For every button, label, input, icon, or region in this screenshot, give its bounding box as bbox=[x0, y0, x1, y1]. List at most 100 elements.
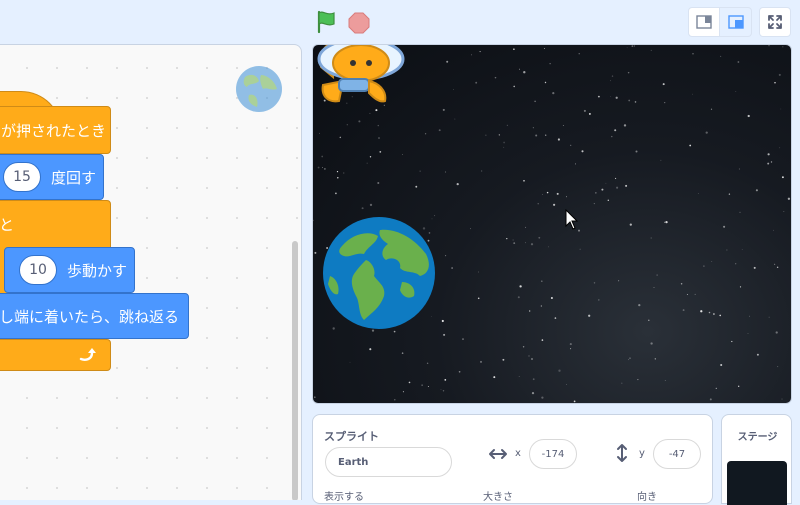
star bbox=[570, 144, 572, 147]
star bbox=[569, 343, 572, 346]
star bbox=[493, 376, 496, 379]
star bbox=[755, 189, 758, 192]
horizontal-arrows-icon bbox=[489, 449, 507, 459]
star bbox=[366, 162, 368, 164]
star bbox=[557, 138, 560, 141]
when-flag-clicked-block[interactable]: が押されたとき bbox=[0, 106, 111, 154]
star bbox=[686, 294, 688, 295]
star bbox=[660, 159, 662, 161]
star bbox=[566, 196, 567, 198]
star bbox=[424, 133, 427, 135]
star bbox=[787, 197, 791, 200]
star bbox=[611, 75, 614, 77]
star bbox=[689, 144, 692, 147]
star bbox=[313, 219, 314, 222]
star bbox=[610, 80, 611, 82]
star bbox=[578, 53, 580, 55]
star bbox=[665, 220, 668, 224]
star bbox=[616, 186, 619, 189]
sprite-name-input[interactable]: Earth bbox=[325, 447, 452, 477]
star bbox=[451, 267, 453, 269]
fullscreen-button[interactable] bbox=[759, 7, 791, 37]
star bbox=[440, 388, 442, 390]
star bbox=[776, 266, 779, 269]
star bbox=[503, 141, 505, 144]
star bbox=[728, 193, 731, 195]
forever-block-top[interactable]: と bbox=[0, 200, 111, 248]
star bbox=[519, 285, 522, 288]
star bbox=[438, 129, 441, 132]
star bbox=[588, 112, 591, 115]
earth-sprite[interactable] bbox=[322, 216, 436, 330]
star bbox=[324, 168, 326, 170]
star bbox=[654, 358, 656, 360]
star bbox=[731, 340, 733, 343]
star bbox=[597, 299, 600, 301]
star bbox=[579, 248, 581, 250]
forever-block-bottom[interactable] bbox=[0, 339, 111, 371]
star bbox=[475, 81, 478, 84]
star bbox=[747, 114, 750, 118]
turn-degrees-input[interactable]: 15 bbox=[3, 162, 41, 192]
stop-icon[interactable] bbox=[347, 11, 371, 35]
star bbox=[494, 76, 497, 79]
star bbox=[629, 357, 631, 359]
star bbox=[735, 263, 737, 265]
star bbox=[544, 81, 547, 84]
star bbox=[627, 71, 630, 74]
star bbox=[532, 127, 534, 129]
star bbox=[588, 314, 591, 317]
turn-block[interactable]: 15 度回す bbox=[0, 154, 104, 200]
star bbox=[573, 400, 576, 403]
green-flag-icon[interactable] bbox=[314, 9, 340, 35]
y-coordinate-input[interactable]: -47 bbox=[653, 439, 701, 469]
star bbox=[523, 180, 525, 182]
star bbox=[782, 46, 784, 48]
star bbox=[634, 101, 637, 103]
star bbox=[550, 296, 553, 300]
star bbox=[541, 339, 544, 341]
star bbox=[648, 319, 650, 322]
star bbox=[453, 89, 455, 90]
code-area-scrollbar-thumb[interactable] bbox=[292, 241, 298, 500]
star bbox=[402, 391, 404, 393]
bounce-on-edge-block[interactable]: し端に着いたら、跳ね返る bbox=[0, 293, 189, 339]
move-steps-block[interactable]: 10 歩動かす bbox=[4, 247, 135, 293]
code-area-scrollbar[interactable] bbox=[292, 241, 300, 500]
star bbox=[614, 129, 617, 132]
size-label: 大きさ bbox=[483, 492, 513, 503]
star bbox=[711, 260, 713, 262]
x-coordinate-input[interactable]: -174 bbox=[529, 439, 577, 469]
star bbox=[427, 385, 429, 388]
move-steps-input[interactable]: 10 bbox=[19, 255, 57, 285]
star bbox=[633, 45, 635, 47]
star bbox=[768, 316, 770, 318]
star bbox=[720, 55, 722, 57]
star bbox=[321, 155, 324, 158]
cat-astronaut-sprite[interactable] bbox=[313, 44, 413, 115]
star bbox=[498, 134, 500, 136]
star bbox=[543, 47, 545, 49]
star bbox=[735, 91, 737, 92]
star bbox=[540, 305, 542, 307]
code-area[interactable]: が押されたとき 15 度回す と 10 歩動かす し端に着いたら、跳ね返る bbox=[0, 44, 302, 500]
stage-backdrop-thumbnail[interactable] bbox=[727, 461, 787, 505]
star bbox=[709, 398, 712, 401]
star bbox=[321, 166, 323, 168]
large-stage-button[interactable] bbox=[720, 7, 752, 37]
star bbox=[682, 309, 685, 312]
small-stage-button[interactable] bbox=[688, 7, 720, 37]
stage-size-toggle bbox=[688, 7, 752, 37]
stage-selector-panel[interactable]: ステージ bbox=[721, 414, 792, 505]
star bbox=[650, 342, 653, 345]
star bbox=[662, 83, 665, 86]
star bbox=[783, 210, 785, 212]
star bbox=[336, 170, 339, 173]
star bbox=[703, 265, 705, 267]
stage[interactable] bbox=[312, 44, 792, 404]
star bbox=[756, 353, 759, 356]
star bbox=[445, 255, 447, 257]
star bbox=[471, 54, 473, 56]
star bbox=[377, 181, 380, 185]
star bbox=[628, 359, 630, 361]
